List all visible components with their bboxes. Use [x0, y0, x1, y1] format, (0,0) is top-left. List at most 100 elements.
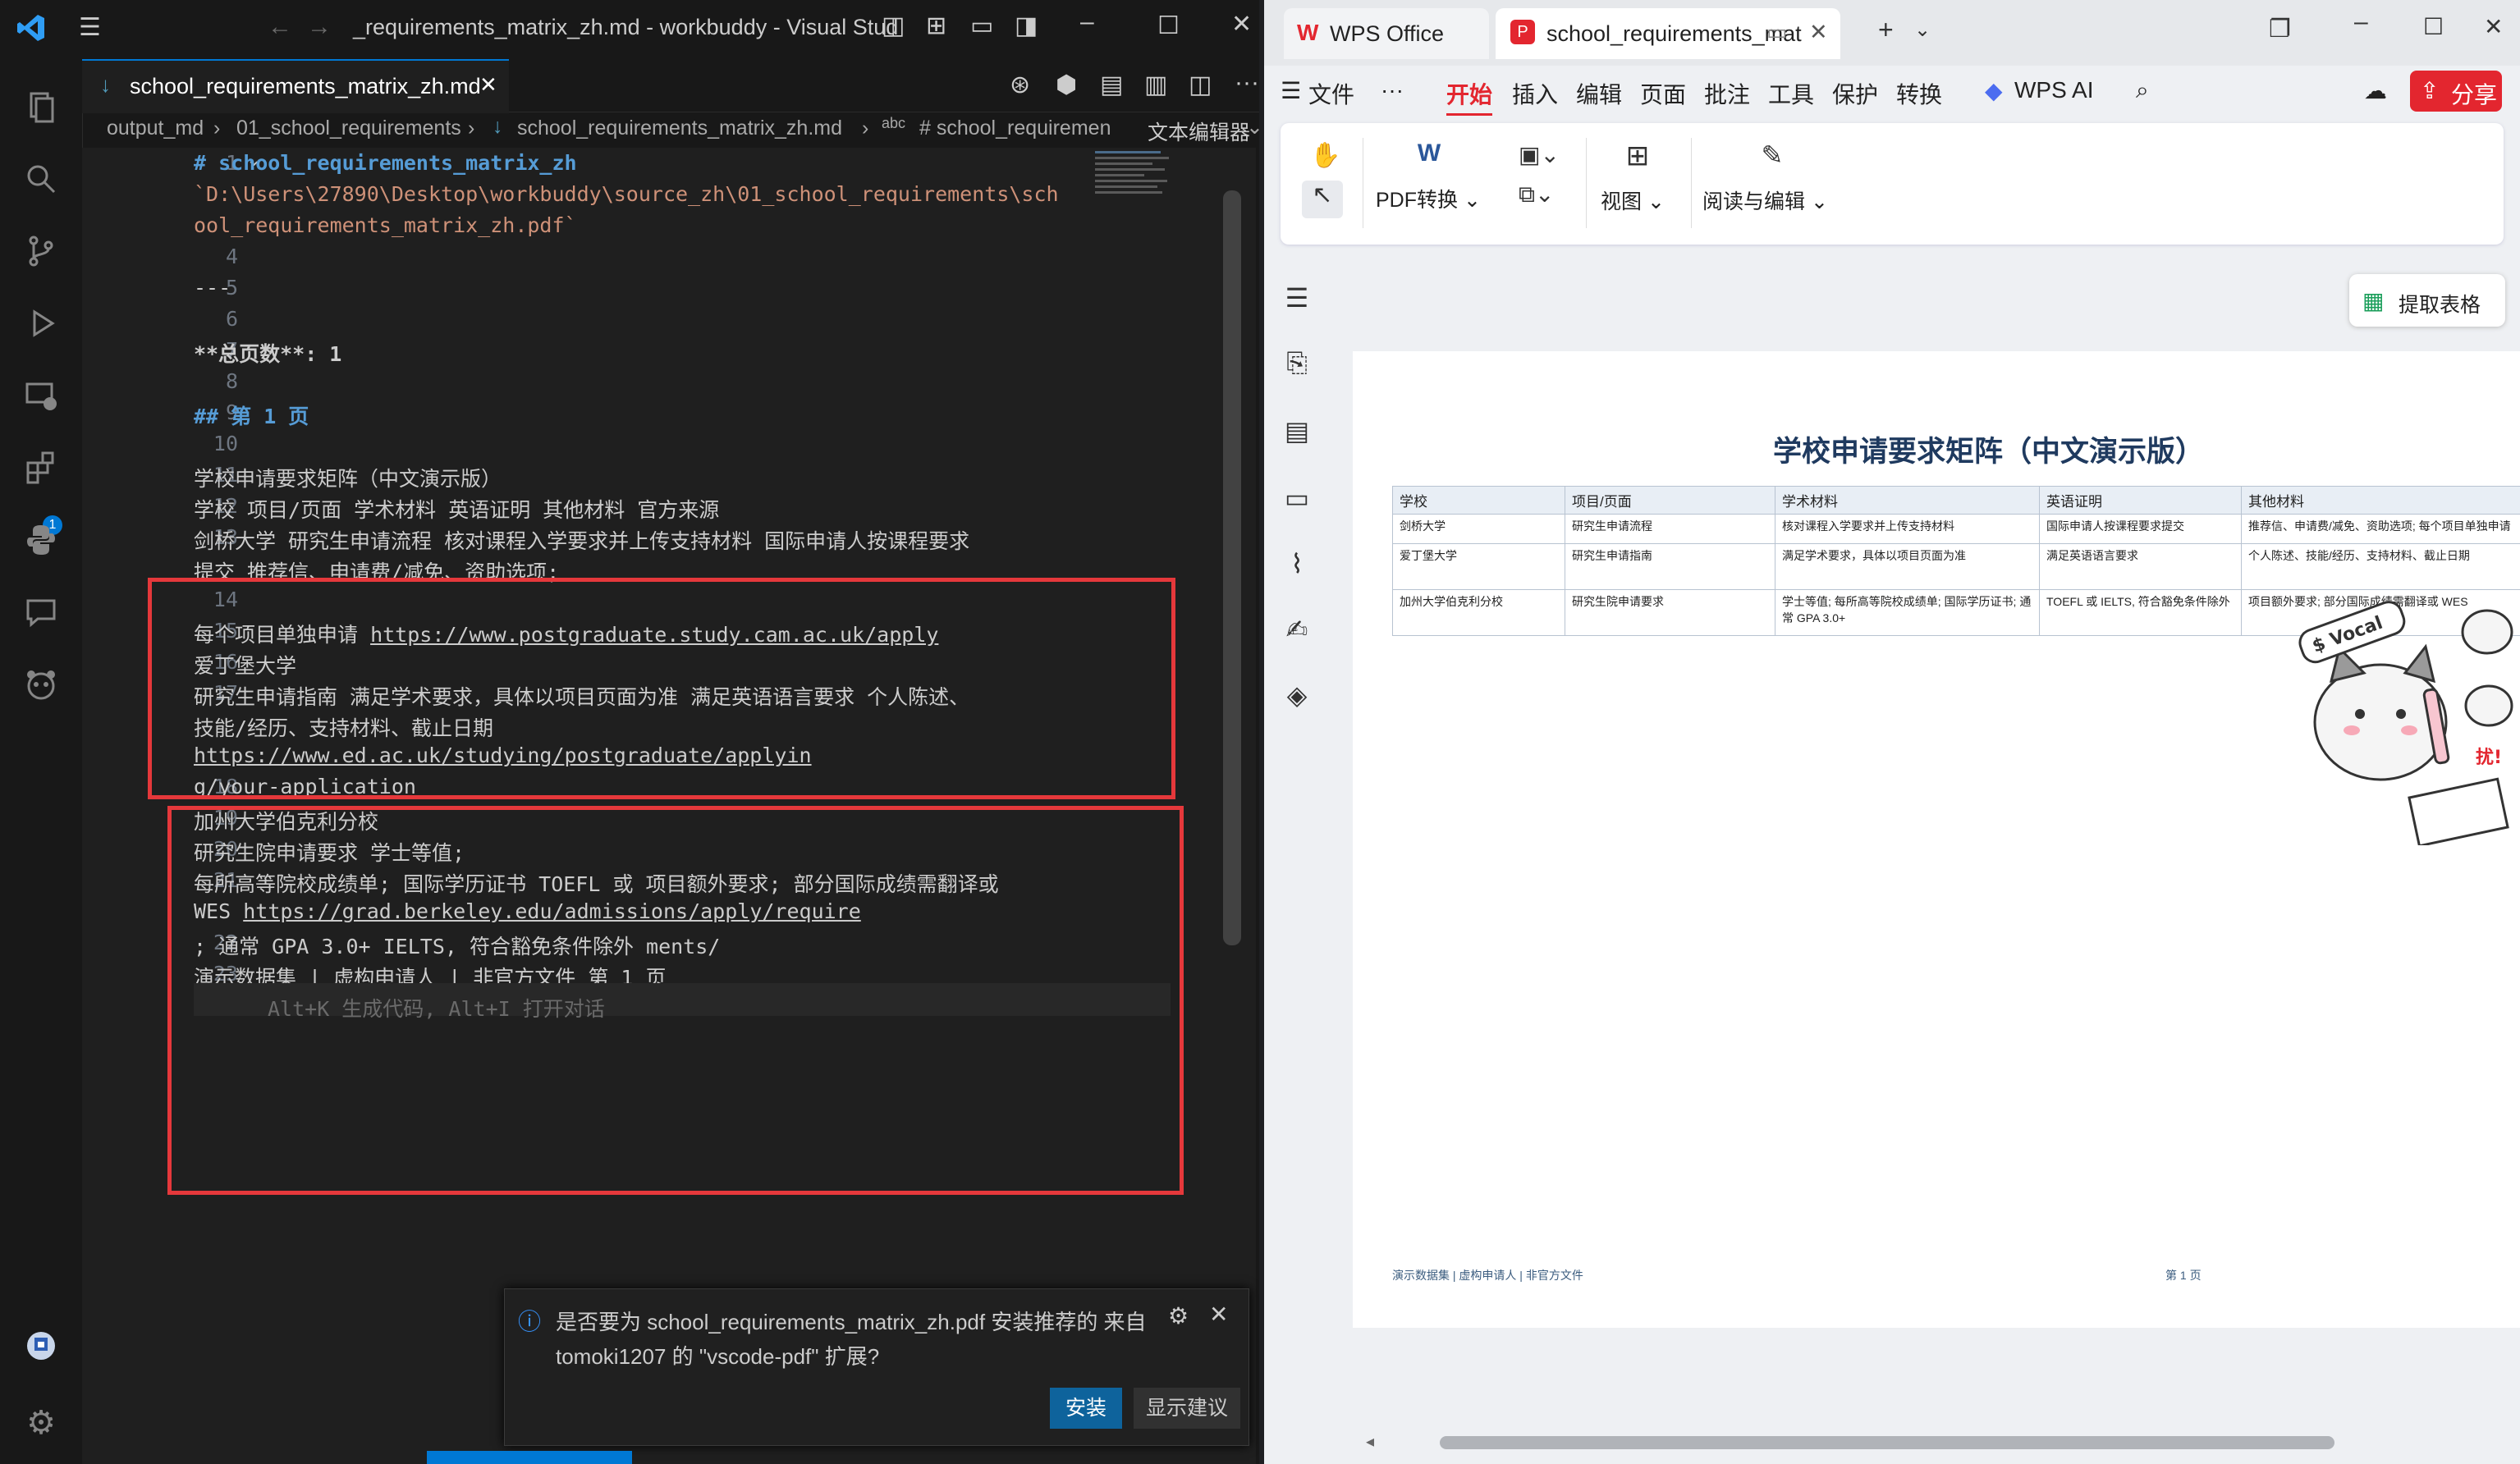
breadcrumb-item[interactable]: # school_requiremen	[919, 117, 1111, 140]
cloud-upload-icon[interactable]: ☁	[2364, 77, 2387, 104]
copilot-icon[interactable]: ⊛	[1010, 71, 1030, 99]
scroll-left-icon[interactable]: ◂	[1366, 1431, 1374, 1452]
close-tab-icon[interactable]: ✕	[1809, 20, 1828, 45]
accounts-icon[interactable]	[18, 1328, 64, 1374]
menu-file[interactable]: 文件	[1308, 77, 1354, 110]
chat-icon[interactable]	[18, 594, 64, 640]
thumbnail-icon[interactable]: ▤	[1281, 415, 1313, 448]
cat-sticker-image: $ Vocal 扰!	[2282, 599, 2520, 848]
settings-gear-icon[interactable]: ⚙	[18, 1400, 64, 1446]
maximize-icon[interactable]: ☐	[2423, 13, 2444, 40]
notification-settings-icon[interactable]: ⚙	[1168, 1302, 1189, 1329]
menu-convert[interactable]: 转换	[1896, 77, 1942, 110]
pdf-file-icon: P	[1510, 20, 1535, 44]
table-icon: ▦	[2362, 288, 2385, 313]
view-button[interactable]: ⊞ 视图 ⌄	[1601, 140, 1675, 230]
monitor-icon: ▭	[1766, 20, 1788, 44]
minimize-icon[interactable]: –	[2354, 8, 2368, 36]
toggle-sidebar-icon[interactable]: ◫	[882, 11, 905, 40]
explorer-icon[interactable]	[18, 89, 64, 135]
split-editor-icon[interactable]: ◫	[1189, 71, 1212, 99]
attachment-icon[interactable]: ⌇	[1281, 548, 1313, 581]
menu-more[interactable]: ···	[1381, 77, 1404, 103]
table-cell: 国际申请人按课程要求提交	[2039, 514, 2242, 544]
breadcrumb-item[interactable]: 01_school_requirements	[236, 117, 461, 140]
tab-label: school_requirements_matrix_zh.md	[130, 74, 481, 98]
code-editor[interactable]: 1 ⌄ 4 5 6 7 8 9 10 11 12 13 14 15 16 17 …	[82, 148, 1256, 1464]
menu-start[interactable]: 开始	[1446, 77, 1493, 116]
status-bar-item[interactable]	[427, 1451, 632, 1464]
editor-type-label[interactable]: 文本编辑器	[1148, 117, 1250, 146]
hamburger-icon[interactable]: ☰	[1281, 77, 1301, 104]
close-tab-icon[interactable]: ✕	[479, 72, 497, 98]
open-preview-icon[interactable]: ▤	[1100, 71, 1123, 99]
restore-window-icon[interactable]: ❐	[2269, 15, 2291, 43]
word-convert-icon: W	[1417, 140, 1441, 167]
signature-icon[interactable]: ✍	[1281, 614, 1313, 647]
select-tool-icon[interactable]: ↖	[1302, 181, 1343, 218]
hand-tool-icon[interactable]: ✋	[1310, 141, 1340, 170]
divider	[1586, 138, 1587, 228]
doc-tab[interactable]: P school_requirements_mat ▭ ✕	[1496, 8, 1840, 59]
extensions-icon[interactable]	[18, 450, 64, 496]
run-debug-icon[interactable]	[18, 305, 64, 351]
install-button[interactable]: 安装	[1050, 1388, 1122, 1429]
menu-annotate[interactable]: 批注	[1704, 77, 1750, 110]
minimap[interactable]	[1095, 148, 1177, 246]
python-icon[interactable]	[18, 522, 64, 568]
chevron-down-icon[interactable]: ⌄	[1246, 115, 1259, 140]
vscode-logo-icon	[15, 11, 48, 44]
maximize-icon[interactable]: ☐	[1157, 11, 1180, 40]
panda-icon[interactable]	[18, 666, 64, 712]
image-convert-icon[interactable]: ▣⌄	[1519, 141, 1560, 168]
menu-wps-ai[interactable]: WPS AI	[2014, 77, 2093, 103]
show-recommendations-button[interactable]: 显示建议	[1134, 1388, 1240, 1429]
source-control-icon[interactable]	[18, 233, 64, 279]
toggle-panel-icon[interactable]: ▭	[970, 11, 993, 40]
back-arrow-icon[interactable]: ←	[268, 13, 292, 41]
markdown-file-icon: ↓	[493, 115, 503, 138]
horizontal-scrollbar[interactable]	[1440, 1436, 2334, 1449]
close-notification-icon[interactable]: ✕	[1209, 1301, 1228, 1328]
close-window-icon[interactable]: ✕	[1231, 10, 1252, 39]
read-edit-button[interactable]: ✎ 阅读与编辑 ⌄	[1702, 140, 1842, 230]
preview-side-icon[interactable]: ▥	[1144, 71, 1167, 99]
menu-tools[interactable]: 工具	[1768, 77, 1814, 110]
code-line: `D:\Users\27890\Desktop\workbuddy\source…	[194, 182, 1059, 206]
copy-pages-icon[interactable]: ⧉⌄	[1519, 181, 1554, 208]
breadcrumb-item[interactable]: school_requirements_matrix_zh.md	[517, 117, 842, 140]
layout-icon[interactable]: ⊞	[926, 11, 946, 40]
vertical-scrollbar[interactable]	[1223, 190, 1241, 945]
remote-explorer-icon[interactable]	[18, 377, 64, 423]
comment-icon[interactable]: ▭	[1281, 483, 1313, 515]
share-button[interactable]: ⇪ 分享	[2410, 71, 2502, 112]
breadcrumb-item[interactable]: output_md	[107, 117, 204, 140]
menu-page[interactable]: 页面	[1640, 77, 1686, 110]
outline-icon[interactable]: ☰	[1281, 282, 1313, 315]
bookmark-icon[interactable]: ⎘	[1281, 348, 1313, 381]
toggle-secondary-sidebar-icon[interactable]: ◨	[1015, 11, 1038, 40]
extract-table-button[interactable]: ▦ 提取表格	[2349, 274, 2505, 327]
menu-icon[interactable]: ☰	[79, 13, 101, 42]
menu-protect[interactable]: 保护	[1832, 77, 1878, 110]
chevron-down-icon[interactable]: ⌄	[1914, 18, 1931, 42]
search-icon[interactable]	[18, 161, 64, 207]
extension-action-icon[interactable]: ⬢	[1056, 71, 1077, 99]
search-icon[interactable]: ⌕	[2136, 77, 2149, 104]
chevron-right-icon: ›	[468, 117, 475, 140]
pdf-convert-button[interactable]: W PDF转换 ⌄	[1376, 140, 1482, 230]
tab-school-requirements-md[interactable]: ↓ school_requirements_matrix_zh.md ✕	[82, 59, 509, 113]
share-icon: ⇪	[2420, 78, 2440, 103]
minimize-icon[interactable]: –	[1080, 8, 1094, 36]
forward-arrow-icon[interactable]: →	[307, 13, 332, 41]
layers-icon[interactable]: ◈	[1281, 679, 1313, 712]
extract-table-label: 提取表格	[2399, 294, 2481, 317]
menu-edit[interactable]: 编辑	[1576, 77, 1622, 110]
new-tab-icon[interactable]: +	[1878, 15, 1894, 45]
line-number: 8	[225, 369, 238, 393]
menu-insert[interactable]: 插入	[1512, 77, 1558, 110]
more-actions-icon[interactable]: ···	[1235, 69, 1259, 97]
wps-home-tab[interactable]: W WPS Office	[1284, 8, 1489, 59]
close-window-icon[interactable]: ✕	[2484, 13, 2503, 40]
sticker-text: 扰!	[2476, 748, 2502, 768]
